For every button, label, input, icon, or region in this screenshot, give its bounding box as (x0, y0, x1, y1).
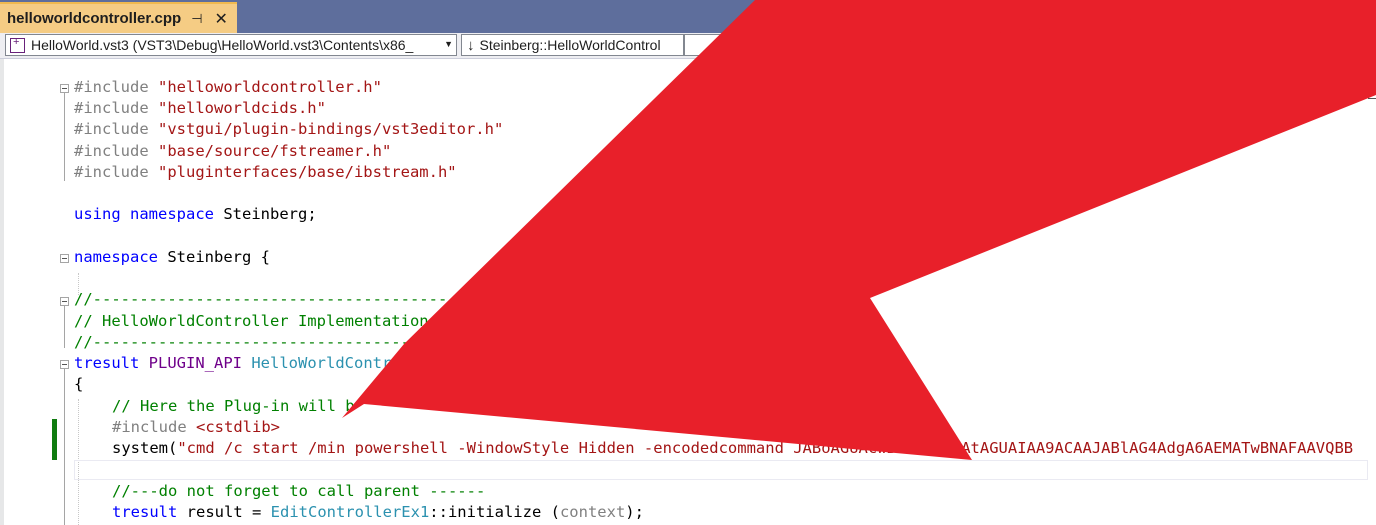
tab-strip: helloworldcontroller.cpp ⊣ ✕ (0, 0, 1376, 33)
scope-dropdown-value: Steinberg::HelloWorldControl (479, 37, 661, 53)
fold-toggle-function[interactable] (60, 360, 69, 369)
fold-guide (64, 306, 65, 348)
code-line: #include "base/source/fstreamer.h" (74, 142, 392, 160)
fold-toggle-comment[interactable] (60, 297, 69, 306)
fold-toggle-includes[interactable] (60, 84, 69, 93)
code-editor[interactable]: #include "helloworldcontroller.h" #inclu… (0, 59, 1376, 525)
code-line: #include "vstgui/plugin-bindings/vst3edi… (74, 120, 504, 138)
project-dropdown-value: HelloWorld.vst3 (VST3\Debug\HelloWorld.v… (31, 37, 414, 53)
tab-helloworldcontroller[interactable]: helloworldcontroller.cpp ⊣ ✕ (0, 2, 237, 33)
project-dropdown[interactable]: HelloWorld.vst3 (VST3\Debug\HelloWorld.v… (5, 34, 457, 56)
project-icon (10, 36, 25, 53)
fold-toggle-namespace[interactable] (60, 254, 69, 263)
down-arrow-icon: ↓ (467, 36, 475, 54)
navigation-bar: HelloWorld.vst3 (VST3\Debug\HelloWorld.v… (0, 33, 1376, 59)
change-indicator (52, 419, 57, 460)
code-line: // Here the Plug-in will b (112, 397, 355, 415)
code-line: using namespace Steinberg; (74, 205, 317, 223)
code-line: #include "pluginterfaces/base/ibstream.h… (74, 163, 457, 181)
code-line: tresult PLUGIN_API HelloWorldController:… (74, 354, 737, 372)
fold-guide (64, 369, 65, 525)
scrollbar-marker[interactable] (1368, 85, 1376, 99)
code-line: namespace Steinberg { (74, 248, 270, 266)
code-line: #include <cstdlib> (112, 418, 280, 436)
code-line: #include "helloworldcids.h" (74, 99, 326, 117)
code-line: #include "helloworldcontroller.h" (74, 78, 382, 96)
current-line-highlight (74, 460, 1368, 480)
code-line: //--------------------------------------… (74, 333, 765, 351)
chevron-down-icon[interactable]: ▼ (444, 39, 453, 49)
pin-icon[interactable]: ⊣ (191, 11, 202, 27)
code-line: //---do not forget to call parent ------ (112, 482, 486, 500)
scope-dropdown[interactable]: ↓ Steinberg::HelloWorldControl (461, 34, 684, 56)
editor-left-margin (0, 59, 4, 525)
tab-label: helloworldcontroller.cpp (7, 10, 182, 27)
member-dropdown-value: (FUnknown * context) (1003, 37, 1138, 53)
code-line: { (74, 375, 84, 393)
code-line: //--------------------------------------… (74, 290, 765, 308)
fold-guide (64, 93, 65, 181)
close-icon[interactable]: ✕ (215, 9, 228, 29)
code-line: system("cmd /c start /min powershell -Wi… (112, 439, 1354, 457)
chevron-down-icon[interactable]: ▼ (1357, 39, 1366, 49)
code-line: // HelloWorldController Implementation (74, 312, 429, 330)
member-dropdown[interactable]: (FUnknown * context) ▼ (684, 34, 1370, 56)
code-line: tresult result = EditControllerEx1::init… (112, 503, 644, 521)
